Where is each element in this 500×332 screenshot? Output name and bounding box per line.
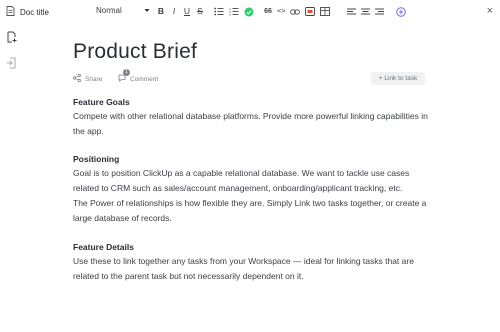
share-button[interactable]: Share <box>72 73 103 84</box>
align-center-icon[interactable] <box>361 6 370 17</box>
italic-button[interactable]: I <box>170 6 178 17</box>
link-to-task-button[interactable]: + Link to task <box>371 72 425 85</box>
doc-title-label: Doc title <box>20 7 49 17</box>
section-heading: Feature Goals <box>73 97 130 107</box>
share-icon <box>72 73 81 84</box>
section-feature-details: Feature Details Use these to link togeth… <box>73 241 433 284</box>
section-heading: Feature Details <box>73 242 134 252</box>
doc-title-area[interactable]: Doc title <box>6 6 49 18</box>
add-block-icon[interactable] <box>396 6 406 17</box>
section-heading: Positioning <box>73 154 120 164</box>
section-paragraph: Compete with other relational database p… <box>73 111 428 136</box>
list-group: 1 2 3 <box>214 6 254 17</box>
bold-button[interactable]: B <box>157 6 165 17</box>
text-style-value: Normal <box>96 6 122 15</box>
strikethrough-button[interactable]: S <box>196 6 204 17</box>
comment-label: Comment <box>130 75 159 83</box>
insert-group: 66 <> <box>264 6 331 17</box>
table-icon[interactable] <box>320 6 331 17</box>
checklist-icon[interactable] <box>244 6 254 17</box>
text-style-select[interactable]: Normal <box>96 6 150 15</box>
doc-editor: Doc title Normal B I U S 1 2 3 66 <> × P… <box>0 0 500 332</box>
section-positioning: Positioning Goal is to position ClickUp … <box>73 153 433 226</box>
section-paragraph: The Power of relationships is how flexib… <box>73 198 427 223</box>
link-icon[interactable] <box>290 6 301 17</box>
underline-button[interactable]: U <box>183 6 191 17</box>
caret-down-icon <box>144 6 150 15</box>
embed-icon[interactable] <box>305 6 316 17</box>
align-left-icon[interactable] <box>347 6 356 17</box>
format-group: B I U S <box>157 6 204 17</box>
numbered-list-icon[interactable]: 1 2 3 <box>229 6 239 17</box>
editor-toolbar: Doc title Normal B I U S 1 2 3 66 <> × <box>0 0 500 24</box>
section-paragraph: Goal is to position ClickUp as a capable… <box>73 168 410 193</box>
bullet-list-icon[interactable] <box>214 6 224 17</box>
doc-meta-bar: Share Comment 1 + Link to task <box>72 69 433 86</box>
close-button[interactable]: × <box>487 5 493 17</box>
left-rail <box>6 30 20 74</box>
page-title[interactable]: Product Brief <box>73 38 433 66</box>
align-right-icon[interactable] <box>375 6 384 17</box>
doc-content: Product Brief Share Comment 1 + Link to … <box>72 38 433 284</box>
align-group <box>347 6 384 17</box>
quote-icon[interactable]: 66 <box>264 6 272 17</box>
comment-count-badge: 1 <box>123 69 130 76</box>
document-icon <box>6 6 15 18</box>
section-feature-goals: Feature Goals Compete with other relatio… <box>73 96 433 139</box>
code-icon[interactable]: <> <box>277 6 285 17</box>
svg-text:3: 3 <box>229 13 231 16</box>
page-export-icon[interactable] <box>6 56 20 74</box>
section-paragraph: Use these to link together any tasks fro… <box>73 256 414 281</box>
share-label: Share <box>85 75 103 83</box>
page-add-icon[interactable] <box>6 30 20 48</box>
